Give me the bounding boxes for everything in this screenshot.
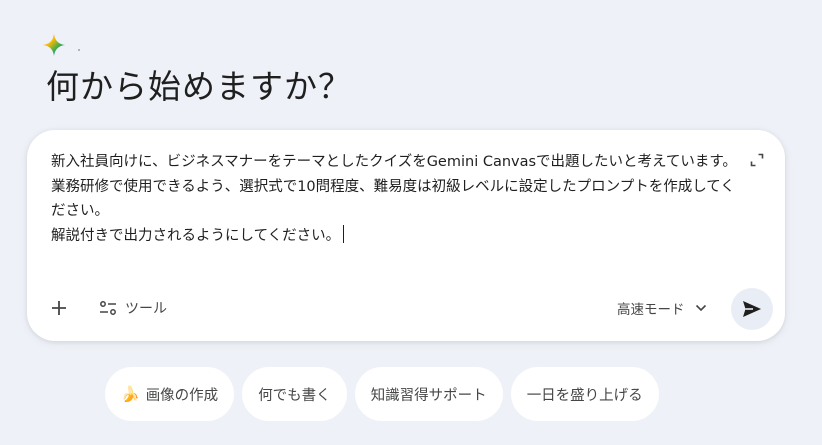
suggestion-chips: 🍌 画像の作成 何でも書く 知識習得サポート 一日を盛り上げる bbox=[105, 367, 659, 421]
expand-button[interactable] bbox=[747, 150, 767, 170]
expand-icon bbox=[750, 153, 764, 167]
text-caret bbox=[343, 224, 345, 243]
prompt-input[interactable]: 新入社員向けに、ビジネスマナーをテーマとしたクイズをGemini Canvasで… bbox=[51, 150, 739, 248]
chip-label: 画像の作成 bbox=[145, 387, 219, 404]
tools-button[interactable]: ツール bbox=[93, 294, 173, 322]
chip-label: 何でも書く bbox=[258, 387, 331, 404]
chip-boost-day[interactable]: 一日を盛り上げる bbox=[510, 367, 659, 421]
chip-learning-support[interactable]: 知識習得サポート bbox=[354, 367, 503, 421]
mode-selector[interactable]: 高速モード bbox=[611, 294, 713, 322]
mode-label: 高速モード bbox=[617, 302, 685, 318]
chip-label: 一日を盛り上げる bbox=[526, 387, 643, 404]
chip-create-image[interactable]: 🍌 画像の作成 bbox=[105, 367, 235, 421]
chip-label: 知識習得サポート bbox=[370, 387, 487, 404]
add-attachment-button[interactable] bbox=[45, 294, 73, 322]
tools-icon bbox=[100, 301, 116, 315]
chip-write-anything[interactable]: 何でも書く bbox=[242, 367, 347, 421]
prompt-line-2: 業務研修で使用できるよう、選択式で10問程度、難易度は初級レベルに設定したプロン… bbox=[51, 178, 735, 220]
prompt-line-1: 新入社員向けに、ビジネスマナーをテーマとしたクイズをGemini Canvasで… bbox=[51, 154, 737, 170]
prompt-composer: 新入社員向けに、ビジネスマナーをテーマとしたクイズをGemini Canvasで… bbox=[27, 130, 785, 341]
chevron-down-icon bbox=[695, 304, 706, 312]
banana-icon: 🍌 bbox=[121, 385, 140, 403]
tools-label: ツール bbox=[125, 301, 167, 317]
decorative-dot bbox=[78, 49, 80, 51]
send-button[interactable] bbox=[731, 288, 773, 330]
plus-icon bbox=[52, 301, 66, 315]
prompt-line-3: 解説付きで出力されるようにしてください。 bbox=[51, 227, 341, 244]
gemini-sparkle-icon bbox=[43, 34, 65, 56]
page-greeting: 何から始めますか？ bbox=[46, 67, 352, 106]
send-icon bbox=[743, 301, 761, 317]
